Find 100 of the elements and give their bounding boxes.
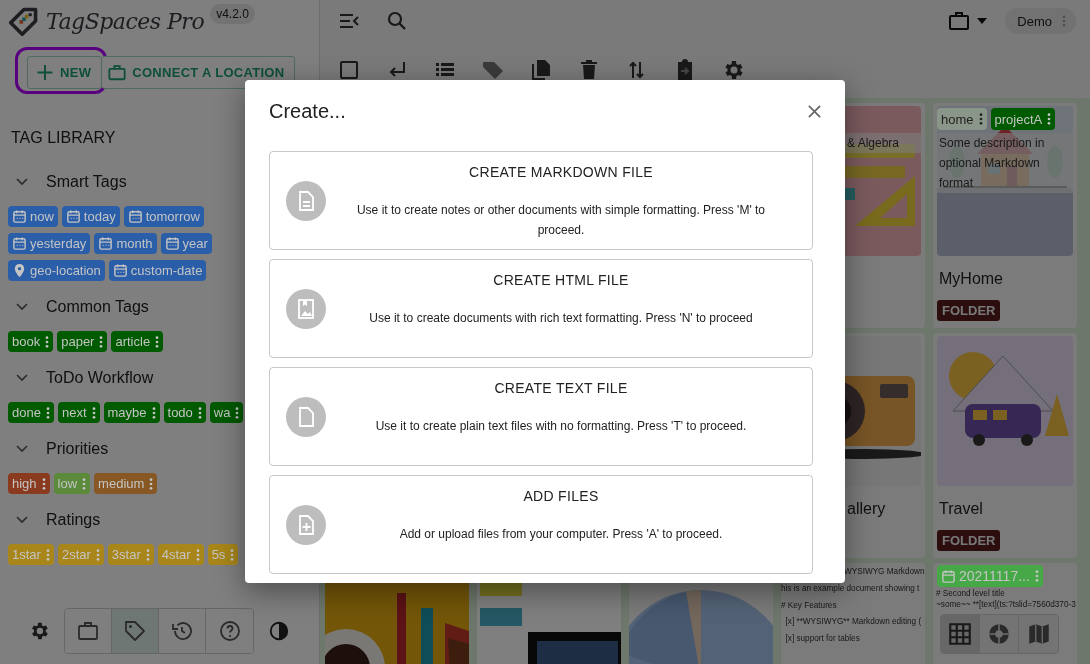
tag-icon <box>123 619 147 643</box>
tag-chip[interactable]: now <box>8 206 58 227</box>
tag-group-title[interactable]: Priorities <box>46 440 109 458</box>
aperture-icon <box>986 621 1012 647</box>
plus-icon <box>36 64 54 81</box>
tag-group-title[interactable]: Ratings <box>46 511 101 529</box>
tag-chip[interactable]: today <box>61 206 120 227</box>
tag-chip[interactable]: year <box>160 233 212 254</box>
tag-group-title[interactable]: Smart Tags <box>46 173 127 191</box>
chevron-icon[interactable] <box>16 445 28 453</box>
text-preview-line: ~some~~ **[text](ts:?tslid=7560d370-3 <box>935 598 1077 610</box>
more-icon <box>1047 113 1052 125</box>
text-preview-line: WYSIWYG Markdown <box>843 566 925 578</box>
text-preview-line: [x] **WYSIWYG** Markdown editing ( <box>784 616 923 628</box>
card-title: Travel <box>939 500 984 518</box>
user-chip[interactable]: Demo <box>1005 8 1076 34</box>
document-icon <box>286 180 326 221</box>
create-option[interactable]: CREATE TEXT FILE Use it to create plain text files with no formatting. Press 'T' to proceed. <box>269 367 813 466</box>
card-title: allery <box>846 500 887 518</box>
tag-chip[interactable]: wa <box>209 402 244 423</box>
calendar-icon <box>65 209 81 224</box>
more-icon <box>91 406 96 419</box>
checkbox-icon[interactable] <box>337 58 361 82</box>
chevron-icon[interactable] <box>16 303 28 311</box>
more-icon <box>235 406 240 419</box>
copy-icon[interactable] <box>529 58 553 82</box>
chevron-icon[interactable] <box>16 516 28 524</box>
tag-chip[interactable]: medium <box>94 473 158 494</box>
new-button[interactable]: NEW <box>27 56 103 89</box>
chevron-icon[interactable] <box>16 374 28 382</box>
pin-icon <box>12 263 27 278</box>
more-icon <box>45 406 50 419</box>
more-icon <box>151 406 156 419</box>
grid-view-button[interactable] <box>941 615 980 653</box>
more-icon <box>82 477 87 490</box>
folder-badge: FOLDER <box>937 530 1001 551</box>
tag-chip[interactable]: home <box>937 108 987 130</box>
calendar-icon <box>112 263 128 278</box>
option-title: ADD FILES <box>523 488 599 504</box>
locations-tab[interactable] <box>65 609 112 653</box>
connect-location-button[interactable]: CONNECT A LOCATION <box>102 56 296 89</box>
more-icon <box>145 548 150 561</box>
section-title: TAG LIBRARY <box>11 129 117 147</box>
file-card[interactable]: Travel FOLDER <box>933 333 1077 558</box>
more-icon <box>99 335 104 348</box>
bookmark-image-icon <box>286 288 326 329</box>
close-icon[interactable] <box>807 103 822 119</box>
briefcase-icon <box>108 64 127 81</box>
tag-chip[interactable]: done <box>8 402 54 423</box>
calendar-icon <box>98 236 114 251</box>
text-preview-line: # Second level title <box>935 587 1006 599</box>
calendar-icon <box>12 236 27 251</box>
tag-chip[interactable]: article <box>111 331 164 352</box>
calendar-icon <box>164 236 180 251</box>
create-option[interactable]: CREATE HTML FILE Use it to create documents with rich text formatting. Press 'N' to proceed <box>269 259 813 358</box>
tag-chip[interactable]: low <box>53 473 91 494</box>
option-description: Use it to create notes or other documents with simple formatting. Press 'M' to proceed. <box>355 202 767 239</box>
tag-chip[interactable]: next <box>57 402 100 423</box>
more-icon <box>978 113 983 125</box>
option-title: CREATE HTML FILE <box>493 272 629 288</box>
tag-chip[interactable]: custom-date <box>108 260 207 281</box>
card-title: MyHome <box>939 270 1004 288</box>
history-icon <box>170 619 194 643</box>
file-card[interactable]: WYSIWYG Markdown his is an example document showing t # Key Features [x] **WYSIWYG** Markdown editing ( [x] support for tables <box>781 563 925 664</box>
option-description: Add or upload files from your computer. Press 'A' to proceed. <box>399 526 723 543</box>
description-text: Some description in optional Markdown format <box>937 133 1073 193</box>
tag-library-tab[interactable] <box>112 609 159 653</box>
create-option[interactable]: CREATE MARKDOWN FILE Use it to create notes or other documents with simple formatting. Press 'M' to proceed. <box>269 151 813 250</box>
tag-chip[interactable]: todo <box>163 402 206 423</box>
tag-group-title[interactable]: ToDo Workflow <box>46 369 154 387</box>
option-title: CREATE MARKDOWN FILE <box>469 164 653 180</box>
more-icon <box>41 477 46 490</box>
more-icon <box>195 548 200 561</box>
more-icon <box>45 335 50 348</box>
caret-icon[interactable] <box>977 18 988 24</box>
option-description: Use it to create documents with rich text formatting. Press 'N' to proceed <box>369 310 753 327</box>
tag-chip[interactable]: month <box>94 233 157 254</box>
create-option[interactable]: ADD FILES Add or upload files from your computer. Press 'A' to proceed. <box>269 475 813 574</box>
contrast-icon[interactable] <box>268 620 290 642</box>
tag-chip[interactable]: paper <box>57 331 108 352</box>
chevron-icon[interactable] <box>16 178 28 186</box>
tag-chip[interactable]: maybe <box>103 402 160 423</box>
more-icon <box>95 548 100 561</box>
file-card[interactable]: home projectA Some description in optional Markdown format MyHome FOLDER <box>933 103 1077 328</box>
calendar-icon <box>941 568 956 584</box>
briefcase-icon[interactable] <box>947 9 972 33</box>
tag-chip[interactable]: geo-location <box>8 260 105 281</box>
tag-group-title[interactable]: Common Tags <box>46 298 149 316</box>
tag-chip[interactable]: tomorrow <box>123 206 204 227</box>
more-icon <box>155 335 160 348</box>
text-preview-line: # Key Features <box>781 599 838 612</box>
tag-chip[interactable]: projectA <box>990 108 1056 130</box>
file-plus-icon <box>286 504 326 545</box>
briefcase-icon <box>76 619 100 643</box>
option-title: CREATE TEXT FILE <box>494 380 628 396</box>
tag-chip[interactable]: yesterday <box>8 233 91 254</box>
folder-badge: FOLDER <box>937 300 1001 321</box>
tag-chip[interactable]: book <box>8 331 54 352</box>
tag-chip[interactable]: high <box>8 473 50 494</box>
more-icon <box>1034 570 1039 582</box>
